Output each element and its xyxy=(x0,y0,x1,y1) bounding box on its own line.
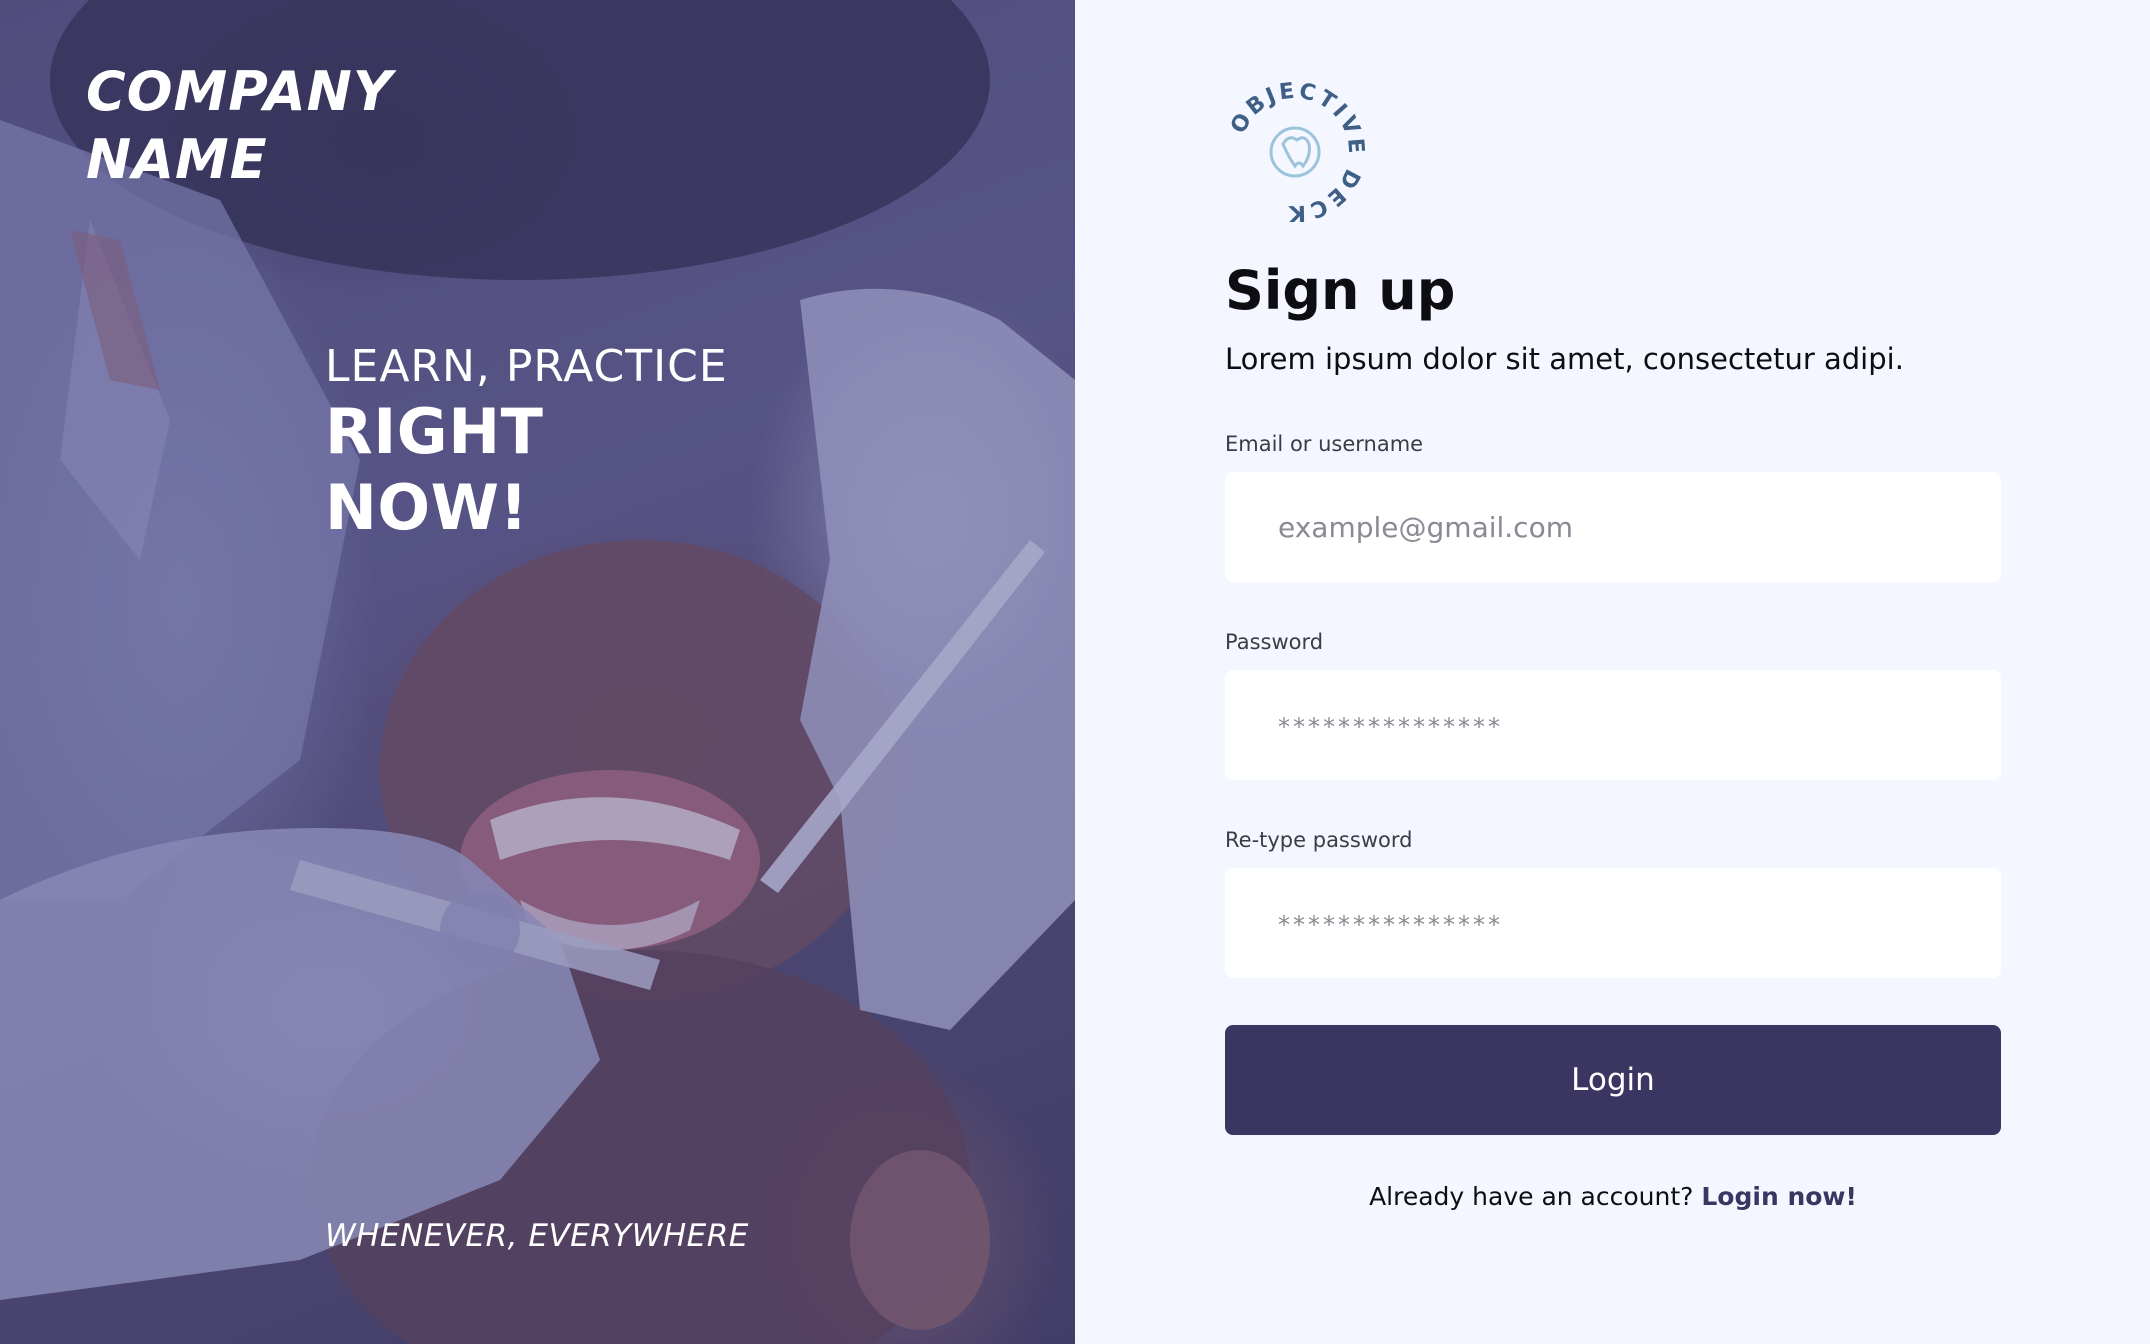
page-subtitle: Lorem ipsum dolor sit amet, consectetur … xyxy=(1225,342,1904,376)
password-label: Password xyxy=(1225,630,1324,654)
tagline-line1: LEARN, PRACTICE xyxy=(325,341,728,392)
company-name-line1: COMPANY xyxy=(86,60,393,123)
hero-tagline: LEARN, PRACTICE RIGHT NOW! xyxy=(325,340,755,546)
retype-password-field-group: Re-type password xyxy=(1225,826,2001,978)
email-label: Email or username xyxy=(1225,432,1424,456)
tooth-icon xyxy=(1269,126,1321,178)
login-now-link[interactable]: Login now! xyxy=(1701,1182,1857,1211)
signup-page: COMPANY NAME LEARN, PRACTICE RIGHT NOW! … xyxy=(0,0,2150,1344)
password-field-group: Password xyxy=(1225,628,2001,780)
login-prompt-text: Already have an account? xyxy=(1369,1182,1694,1211)
page-title: Sign up xyxy=(1225,259,1456,322)
hero-overlay xyxy=(0,0,1075,1344)
objective-deck-logo: OBJECTIVE DECK xyxy=(1226,82,1365,222)
email-input[interactable] xyxy=(1225,472,2001,582)
logo-ring-text: OBJECTIVE DECK xyxy=(1226,82,1365,222)
retype-password-label: Re-type password xyxy=(1225,828,1413,852)
login-button[interactable]: Login xyxy=(1225,1025,2001,1135)
company-name: COMPANY NAME xyxy=(86,58,506,194)
hero-panel: COMPANY NAME LEARN, PRACTICE RIGHT NOW! … xyxy=(0,0,1075,1344)
signup-form: Sign up Lorem ipsum dolor sit amet, cons… xyxy=(1225,256,2001,1211)
hero-footer-text: WHENEVER, EVERYWHERE xyxy=(325,1218,749,1254)
company-name-line2: NAME xyxy=(86,128,268,191)
retype-password-input[interactable] xyxy=(1225,868,2001,978)
email-field-group: Email or username xyxy=(1225,430,2001,582)
tagline-line2: RIGHT NOW! xyxy=(325,395,544,544)
login-prompt: Already have an account? Login now! xyxy=(1225,1182,2001,1211)
svg-text:OBJECTIVE DECK: OBJECTIVE DECK xyxy=(1226,82,1365,222)
password-input[interactable] xyxy=(1225,670,2001,780)
